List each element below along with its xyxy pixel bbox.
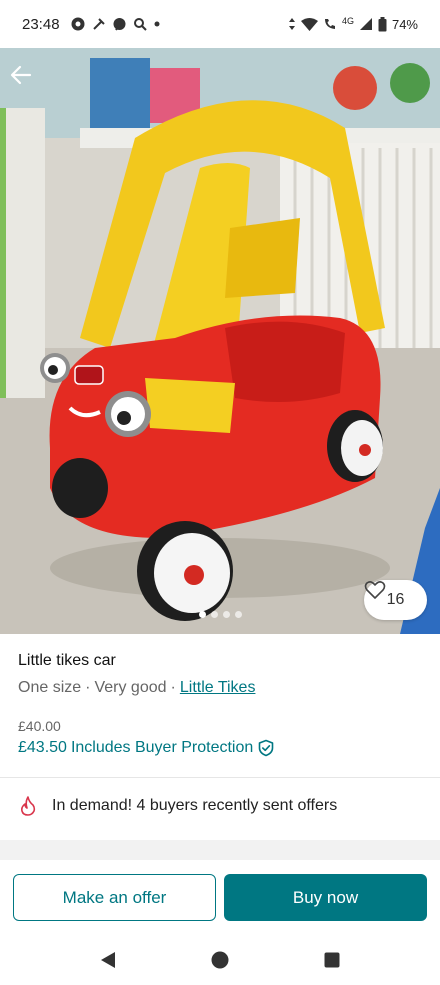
product-meta: One size · Very good · Little Tikes (18, 679, 422, 697)
product-image[interactable]: 16 (0, 48, 440, 634)
total-price: £43.50 (18, 739, 67, 756)
status-right: 4G 74% (288, 16, 418, 32)
heart-outline-icon (364, 581, 386, 599)
make-offer-button[interactable]: Make an offer (13, 874, 216, 921)
pagination-dot-2[interactable] (210, 611, 218, 618)
arrow-left-icon (10, 65, 32, 85)
nav-home-button[interactable] (209, 949, 231, 971)
system-navigation-bar (0, 935, 440, 985)
item-price: £40.00 (18, 718, 61, 734)
favourite-button[interactable]: 16 (364, 580, 427, 620)
notification-search-icon (133, 17, 147, 31)
flame-icon (21, 796, 36, 816)
triangle-back-icon (101, 952, 115, 968)
product-condition: Very good (94, 679, 167, 696)
network-type: 4G (341, 16, 354, 26)
status-time: 23:48 (22, 15, 60, 33)
buy-now-button[interactable]: Buy now (224, 874, 427, 921)
meta-separator: · (170, 679, 176, 696)
notification-icons (70, 16, 160, 32)
notification-app-icon (71, 17, 85, 31)
section-separator (0, 840, 440, 860)
nav-back-button[interactable] (97, 949, 119, 971)
battery-level: 74% (391, 16, 418, 32)
pagination-dot-1[interactable] (198, 611, 206, 618)
shield-check-icon[interactable] (257, 739, 275, 757)
wifi-icon (300, 17, 318, 31)
favourite-count: 16 (386, 591, 405, 608)
pagination-dot-4[interactable] (234, 611, 242, 618)
signal-icon (359, 18, 372, 30)
status-left: 23:48 (22, 16, 160, 33)
total-price-row: £43.50 Includes Buyer Protection (18, 739, 422, 757)
back-button[interactable] (10, 64, 38, 92)
battery-icon (378, 16, 387, 31)
demand-notice: In demand! 4 buyers recently sent offers (20, 796, 337, 816)
buyer-protection-link[interactable]: Includes Buyer Protection (71, 739, 253, 757)
product-photo (0, 48, 440, 634)
notification-tools-icon (92, 18, 105, 30)
divider (0, 777, 440, 778)
data-transfer-icon (288, 18, 295, 30)
circle-home-icon (211, 951, 229, 969)
notification-chat-icon (113, 17, 126, 31)
meta-separator: · (85, 679, 91, 696)
demand-text: In demand! 4 buyers recently sent offers (52, 797, 338, 814)
status-bar: 23:48 4G 74% (0, 0, 440, 48)
product-title: Little tikes car (18, 652, 116, 669)
action-bar: Make an offer Buy now (0, 860, 440, 935)
nav-recents-button[interactable] (321, 949, 343, 971)
wifi-call-icon (324, 19, 335, 29)
product-size: One size (18, 679, 82, 696)
square-recents-icon (324, 952, 340, 968)
pagination-dot-3[interactable] (222, 611, 230, 618)
notification-dot-icon (154, 21, 160, 27)
brand-link[interactable]: Little Tikes (180, 679, 256, 697)
product-info: Little tikes car One size · Very good · … (18, 652, 422, 757)
